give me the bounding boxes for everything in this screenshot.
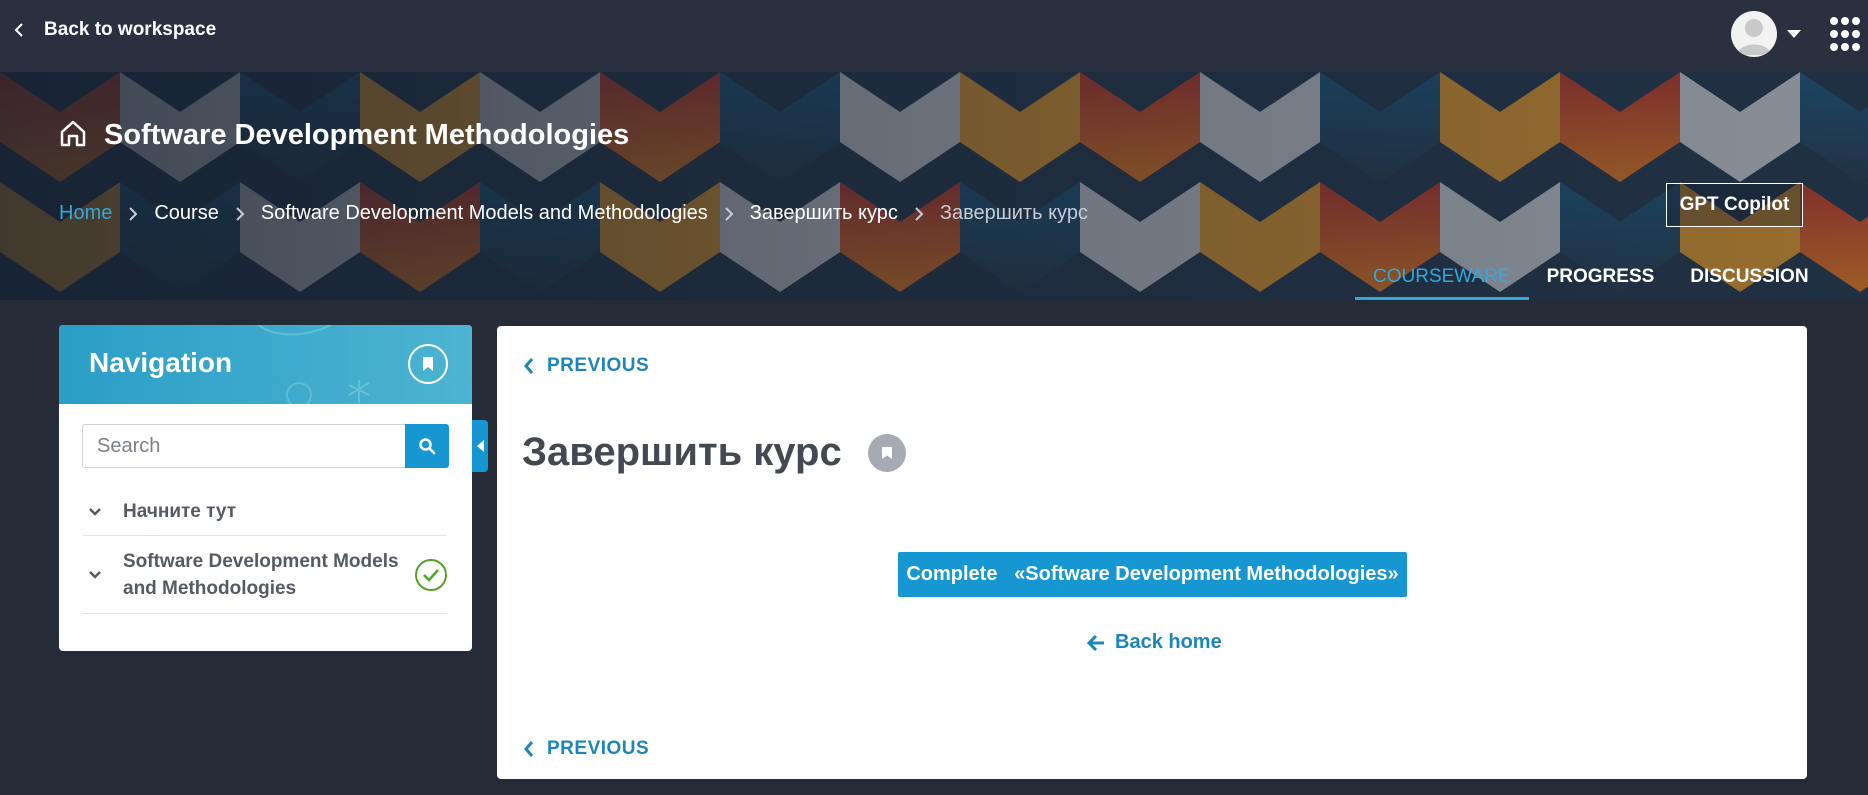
arrow-left-icon — [1087, 634, 1104, 651]
previous-link-top[interactable]: PREVIOUS — [523, 355, 649, 377]
chevron-right-icon — [126, 204, 140, 224]
nav-section-label: Начните тут — [123, 501, 237, 522]
user-menu[interactable] — [1731, 11, 1801, 57]
back-home-label: Back home — [1115, 631, 1222, 653]
back-to-workspace-label: Back to workspace — [44, 19, 217, 40]
navigation-search — [82, 424, 449, 468]
check-circle-icon — [415, 559, 447, 591]
bookmark-icon[interactable] — [408, 344, 448, 384]
course-tabs: COURSEWARE PROGRESS DISCUSSION — [1355, 252, 1827, 300]
course-title-row: Software Development Methodologies — [58, 118, 629, 153]
course-hero: Software Development Methodologies Home … — [0, 72, 1868, 300]
apps-grid-icon[interactable] — [1830, 17, 1860, 53]
chevron-left-icon — [524, 741, 534, 757]
complete-course-button[interactable]: Complete «Software Development Methodolo… — [898, 552, 1407, 597]
breadcrumb-current: Завершить курс — [939, 202, 1088, 224]
breadcrumb: Home Course Software Development Models … — [59, 202, 1088, 225]
caret-left-icon — [476, 440, 484, 452]
chevron-left-icon — [524, 358, 534, 374]
sidebar-collapse-toggle[interactable] — [472, 420, 488, 472]
chevron-right-icon — [722, 204, 736, 224]
chevron-right-icon — [233, 204, 247, 224]
nav-section-label-line2: and Methodologies — [123, 577, 297, 599]
chevron-left-icon — [12, 18, 26, 42]
navigation-title: Navigation — [89, 347, 233, 378]
bookmark-icon[interactable] — [867, 433, 906, 472]
navigation-header: Navigation — [59, 325, 472, 404]
nav-section-models[interactable]: Software Development Models and Methodol… — [83, 536, 447, 614]
tab-discussion[interactable]: DISCUSSION — [1672, 252, 1826, 300]
tab-progress[interactable]: PROGRESS — [1529, 252, 1673, 300]
nav-section-label: Software Development Models and Methodol… — [123, 548, 399, 602]
chevron-down-icon — [83, 570, 123, 580]
breadcrumb-section[interactable]: Software Development Models and Methodol… — [261, 202, 708, 225]
breadcrumb-home[interactable]: Home — [59, 202, 112, 225]
nav-section-start[interactable]: Начните тут — [83, 488, 447, 536]
previous-label: PREVIOUS — [547, 355, 650, 376]
top-bar: Back to workspace — [0, 0, 1868, 72]
tab-courseware[interactable]: COURSEWARE — [1355, 252, 1529, 300]
nav-section-label-line1: Software Development Models — [123, 550, 399, 572]
chevron-down-icon — [83, 507, 123, 517]
user-avatar-icon — [1731, 11, 1777, 57]
caret-down-icon — [1787, 30, 1801, 38]
previous-link-bottom[interactable]: PREVIOUS — [523, 738, 649, 760]
gpt-copilot-button[interactable]: GPT Copilot — [1666, 183, 1803, 227]
search-button[interactable] — [405, 424, 449, 468]
breadcrumb-subsection[interactable]: Завершить курс — [750, 202, 898, 225]
back-home-link[interactable]: Back home — [1087, 631, 1222, 654]
search-icon — [419, 438, 436, 455]
search-input[interactable] — [82, 424, 405, 468]
unit-title: Завершить курс — [522, 430, 842, 474]
breadcrumb-course[interactable]: Course — [154, 202, 218, 225]
course-title: Software Development Methodologies — [104, 119, 630, 151]
navigation-panel: Navigation Начните тут Software Developm… — [59, 325, 472, 651]
home-icon[interactable] — [58, 118, 88, 153]
unit-title-row: Завершить курс — [522, 430, 906, 475]
unit-content: PREVIOUS Завершить курс Complete «Softwa… — [497, 326, 1807, 779]
chevron-right-icon — [912, 204, 926, 224]
previous-label: PREVIOUS — [547, 738, 650, 759]
back-to-workspace-link[interactable]: Back to workspace — [12, 18, 216, 42]
